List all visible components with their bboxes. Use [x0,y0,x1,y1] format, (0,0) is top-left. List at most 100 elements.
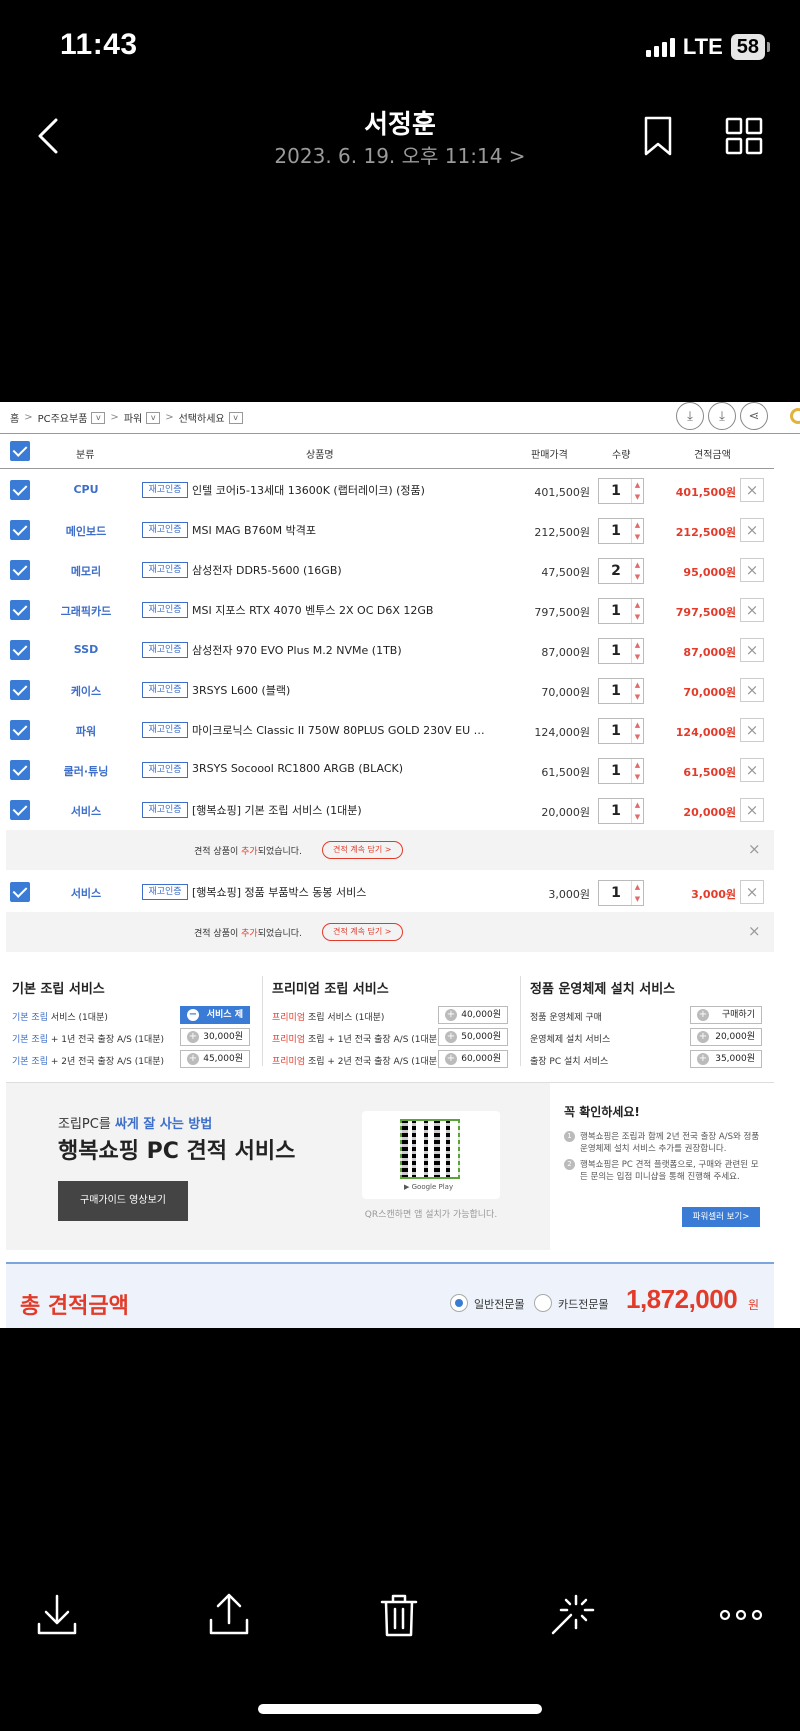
row-checkbox[interactable] [10,760,30,780]
trash-icon[interactable] [374,1590,424,1640]
card-mall-radio[interactable] [534,1294,552,1312]
photo-date[interactable]: 2023. 6. 19. 오후 11:14 > [0,140,800,169]
quantity-stepper[interactable]: 1 ▲ ▼ [598,478,644,504]
row-category[interactable]: 메모리 [56,563,116,579]
crumb-level2[interactable]: 파워 [124,410,142,425]
select-all-checkbox[interactable] [10,441,30,461]
quantity-value[interactable]: 1 [599,763,633,779]
service-option-button[interactable]: 35,000원 [690,1050,762,1068]
row-checkbox[interactable] [10,882,30,902]
service-options: 기본 조립 서비스 기본 조립 서비스 (1대분) 서비스 제외기본 조립 + 1… [0,972,774,1072]
service-option-button[interactable]: 20,000원 [690,1028,762,1046]
download-icon[interactable]: ⤓ [676,402,704,430]
row-checkbox[interactable] [10,720,30,740]
quantity-value[interactable]: 1 [599,803,633,819]
row-product-name[interactable]: 인텔 코어i5-13세대 13600K (랩터레이크) (정품) [192,482,492,498]
chevron-down-icon[interactable]: v [146,411,161,424]
quantity-stepper[interactable]: 1 ▲ ▼ [598,880,644,906]
share-icon[interactable]: ⋖ [740,402,768,430]
quantity-value[interactable]: 1 [599,483,633,499]
row-product-name[interactable]: 마이크로닉스 Classic II 750W 80PLUS GOLD 230V … [192,722,492,738]
home-indicator[interactable] [258,1704,542,1714]
row-category[interactable]: SSD [56,643,116,656]
row-category[interactable]: 케이스 [56,683,116,699]
chevron-down-icon[interactable]: v [91,411,106,424]
bookmark-icon[interactable] [640,114,676,158]
quantity-stepper[interactable]: 1 ▲ ▼ [598,758,644,784]
power-seller-button[interactable]: 파워셀러 보기> [682,1207,760,1227]
service-option-button[interactable]: 서비스 제외 [180,1006,250,1036]
row-category[interactable]: 메인보드 [56,523,116,539]
service-option-button[interactable]: 구매하기 [690,1006,762,1024]
row-product-name[interactable]: 3RSYS Socoool RC1800 ARGB (BLACK) [192,762,492,775]
crumb-level1[interactable]: PC주요부품 [38,410,88,425]
quantity-stepper[interactable]: 1 ▲ ▼ [598,638,644,664]
quantity-stepper[interactable]: 1 ▲ ▼ [598,678,644,704]
row-checkbox[interactable] [10,520,30,540]
row-checkbox[interactable] [10,480,30,500]
quantity-value[interactable]: 1 [599,683,633,699]
quantity-value[interactable]: 1 [599,603,633,619]
general-mall-radio[interactable] [450,1294,468,1312]
service-option-button[interactable]: 30,000원 [180,1028,250,1046]
quantity-stepper[interactable]: 1 ▲ ▼ [598,718,644,744]
quantity-value[interactable]: 1 [599,723,633,739]
row-category[interactable]: CPU [56,483,116,496]
grid-view-icon[interactable] [724,116,764,156]
table-row: CPU 재고인증 인텔 코어i5-13세대 13600K (랩터레이크) (정품) 4… [0,470,774,510]
share-icon[interactable] [204,1590,254,1640]
continue-estimate-button[interactable]: 견적 계속 담기 > [322,841,403,859]
download-icon[interactable] [32,1590,82,1640]
row-category[interactable]: 서비스 [56,803,116,819]
quantity-stepper[interactable]: 1 ▲ ▼ [598,518,644,544]
row-product-name[interactable]: 삼성전자 970 EVO Plus M.2 NVMe (1TB) [192,642,492,658]
more-icon[interactable] [716,1590,766,1640]
service-option-button[interactable]: 45,000원 [180,1050,250,1068]
row-checkbox[interactable] [10,560,30,580]
row-checkbox[interactable] [10,600,30,620]
remove-row-button[interactable]: × [740,518,764,542]
remove-row-button[interactable]: × [740,758,764,782]
crumb-level3[interactable]: 선택하세요 [179,410,225,425]
quantity-stepper[interactable]: 2 ▲ ▼ [598,558,644,584]
quantity-stepper[interactable]: 1 ▲ ▼ [598,598,644,624]
chevron-down-icon[interactable]: v [228,411,243,424]
row-product-name[interactable]: [행복쇼핑] 정품 부품박스 동봉 서비스 [192,884,492,900]
quantity-value[interactable]: 1 [599,885,633,901]
row-product-name[interactable]: MSI MAG B760M 박격포 [192,522,492,538]
quantity-value[interactable]: 1 [599,643,633,659]
row-product-name[interactable]: [행복쇼핑] 기본 조립 서비스 (1대분) [192,802,492,818]
quantity-value[interactable]: 2 [599,563,633,579]
service-option-button[interactable]: 60,000원 [438,1050,508,1068]
remove-row-button[interactable]: × [740,638,764,662]
remove-row-button[interactable]: × [740,678,764,702]
service-option-button[interactable]: 50,000원 [438,1028,508,1046]
row-product-name[interactable]: 삼성전자 DDR5-5600 (16GB) [192,562,492,578]
magic-edit-icon[interactable] [546,1590,596,1640]
remove-row-button[interactable]: × [740,478,764,502]
contact-title[interactable]: 서정훈 [0,104,800,141]
row-category[interactable]: 서비스 [56,885,116,901]
row-checkbox[interactable] [10,640,30,660]
guide-video-button[interactable]: 구매가이드 영상보기 [58,1181,188,1221]
crumb-home[interactable]: 홈 [10,410,19,425]
remove-row-button[interactable]: × [740,880,764,904]
close-icon[interactable]: × [748,840,761,858]
row-category[interactable]: 그래픽카드 [56,603,116,619]
row-category[interactable]: 파워 [56,723,116,739]
close-icon[interactable]: × [748,922,761,940]
row-product-name[interactable]: MSI 지포스 RTX 4070 벤투스 2X OC D6X 12GB [192,602,492,618]
remove-row-button[interactable]: × [740,718,764,742]
service-option-button[interactable]: 40,000원 [438,1006,508,1024]
remove-row-button[interactable]: × [740,558,764,582]
quantity-stepper[interactable]: 1 ▲ ▼ [598,798,644,824]
remove-row-button[interactable]: × [740,798,764,822]
row-category[interactable]: 쿨러·튜닝 [56,763,116,779]
row-product-name[interactable]: 3RSYS L600 (블랙) [192,682,492,698]
quantity-value[interactable]: 1 [599,523,633,539]
row-checkbox[interactable] [10,680,30,700]
remove-row-button[interactable]: × [740,598,764,622]
row-checkbox[interactable] [10,800,30,820]
download-icon[interactable]: ⤓ [708,402,736,430]
continue-estimate-button[interactable]: 견적 계속 담기 > [322,923,403,941]
